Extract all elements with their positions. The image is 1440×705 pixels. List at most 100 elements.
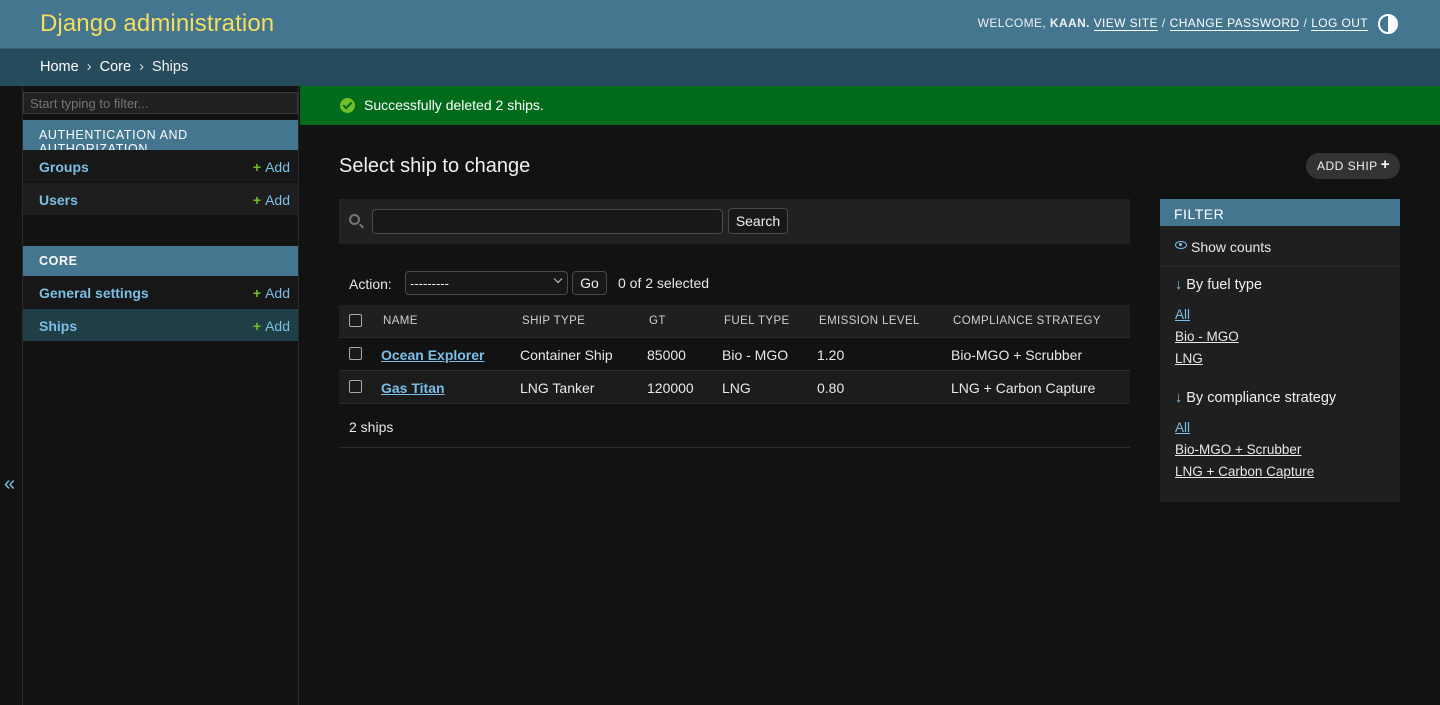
show-counts-toggle[interactable]: Show counts [1160,226,1400,267]
show-counts-label[interactable]: Show counts [1191,239,1271,255]
table-row: Ocean Explorer Container Ship 85000 Bio … [339,338,1130,371]
cell-ship-type: Container Ship [520,347,613,363]
breadcrumb-home[interactable]: Home [40,59,79,75]
sidebar-item-label[interactable]: General settings [39,285,149,301]
cell-gt: 85000 [647,347,686,363]
filter-option[interactable]: All [1175,420,1190,435]
breadcrumb-current: Ships [151,59,189,75]
table-row: Gas Titan LNG Tanker 120000 LNG 0.80 LNG… [339,371,1130,404]
ship-name-link[interactable]: Ocean Explorer [381,347,485,363]
row-checkbox[interactable] [349,380,362,393]
app-header-core[interactable]: CORE [23,246,298,276]
search-button[interactable]: Search [728,208,788,234]
add-groups-link[interactable]: + Add [253,159,290,175]
sidebar-item-ships[interactable]: Ships + Add [23,309,298,342]
sidebar-item-users[interactable]: Users + Add [23,183,298,216]
column-header-emission-level[interactable]: EMISSION LEVEL [819,315,920,327]
action-label: Action: [349,276,392,292]
sidebar-item-label[interactable]: Ships [39,318,77,334]
page-title: Select ship to change [339,155,531,177]
column-header-name[interactable]: NAME [383,315,418,327]
filter-option[interactable]: All [1175,307,1190,322]
actions-bar: Action: --------- Go 0 of 2 selected [339,266,1130,300]
action-select[interactable]: --------- [405,271,568,295]
select-all-checkbox[interactable] [349,314,362,327]
arrow-down-icon: ↓ [1175,277,1183,293]
cell-ship-type: LNG Tanker [520,380,595,396]
breadcrumb-separator: › [86,59,92,75]
separator: / [1303,16,1308,30]
filter-option[interactable]: LNG [1175,351,1203,366]
add-general-settings-link[interactable]: + Add [253,285,290,301]
success-message: Successfully deleted 2 ships. [300,86,1440,125]
cell-fuel-type: Bio - MGO [722,347,789,363]
filter-group-title-compliance-strategy[interactable]: ↓ By compliance strategy [1175,390,1336,406]
cell-emission-level: 0.80 [817,380,845,396]
action-select-value: --------- [410,276,449,291]
row-checkbox[interactable] [349,347,362,360]
paginator: 2 ships [339,405,1130,448]
add-label: Add [265,285,290,301]
add-ships-link[interactable]: + Add [253,318,290,334]
search-input[interactable] [372,209,723,234]
log-out-link[interactable]: LOG OUT [1311,16,1368,31]
breadcrumb-separator: › [139,59,144,75]
separator: / [1161,16,1166,30]
theme-toggle-icon[interactable] [1378,14,1398,34]
nav-sidebar: AUTHENTICATION AND AUTHORIZATION Groups … [23,86,299,705]
add-users-link[interactable]: + Add [253,192,290,208]
change-password-link[interactable]: CHANGE PASSWORD [1169,16,1300,31]
sidebar-toggle-strip[interactable]: « [0,86,23,705]
cell-emission-level: 1.20 [817,347,845,363]
collapse-sidebar-icon[interactable]: « [4,473,15,496]
sidebar-item-groups[interactable]: Groups + Add [23,150,298,183]
cell-compliance-strategy: Bio-MGO + Scrubber [951,347,1083,363]
column-header-fuel-type[interactable]: FUEL TYPE [724,315,790,327]
chevron-down-icon [553,274,563,284]
column-header-ship-type[interactable]: SHIP TYPE [522,315,585,327]
breadcrumb-app[interactable]: Core [100,59,131,75]
result-count: 2 ships [349,419,394,435]
ship-name-link[interactable]: Gas Titan [381,380,445,396]
column-header-gt[interactable]: GT [649,315,666,327]
add-ship-button[interactable]: ADD SHIP + [1306,153,1400,179]
filter-option[interactable]: Bio - MGO [1175,329,1239,344]
nav-filter-input[interactable] [23,92,298,114]
welcome-text: WELCOME, [977,16,1047,30]
filter-group-label: By fuel type [1186,277,1263,293]
check-circle-icon [340,98,355,113]
eye-icon [1175,241,1187,249]
username: KAAN. [1049,16,1090,30]
app-header-auth[interactable]: AUTHENTICATION AND AUTHORIZATION [23,120,298,156]
add-plus-icon: + [252,192,262,208]
cell-gt: 120000 [647,380,694,396]
plus-icon: + [1380,156,1390,173]
user-tools: WELCOME, KAAN. VIEW SITE / CHANGE PASSWORD… [977,16,1368,31]
sidebar-item-label[interactable]: Users [39,192,78,208]
arrow-down-icon: ↓ [1175,390,1183,406]
site-branding[interactable]: Django administration [40,10,274,38]
message-text: Successfully deleted 2 ships. [364,97,544,113]
view-site-link[interactable]: VIEW SITE [1093,16,1158,31]
add-label: Add [265,192,290,208]
filter-option[interactable]: Bio-MGO + Scrubber [1175,442,1301,457]
go-button[interactable]: Go [572,271,607,295]
filter-panel: FILTER Show counts ↓ By fuel type All Bio… [1160,199,1400,502]
column-header-compliance-strategy[interactable]: COMPLIANCE STRATEGY [953,315,1101,327]
add-label: Add [265,318,290,334]
add-plus-icon: + [252,318,262,334]
site-header: Django administration WELCOME, KAAN. VIE… [0,0,1440,49]
search-icon [349,214,360,225]
add-label: Add [265,159,290,175]
filter-group-title-fuel-type[interactable]: ↓ By fuel type [1175,277,1262,293]
add-ship-label: ADD SHIP [1317,159,1378,173]
sidebar-item-label[interactable]: Groups [39,159,89,175]
search-toolbar: Search [339,199,1130,244]
filter-option[interactable]: LNG + Carbon Capture [1175,464,1314,479]
filter-title: FILTER [1160,199,1400,226]
cell-compliance-strategy: LNG + Carbon Capture [951,380,1096,396]
selection-counter: 0 of 2 selected [618,275,710,291]
add-plus-icon: + [252,159,262,175]
table-header: NAME SHIP TYPE GT FUEL TYPE EMISSION LEV… [339,305,1130,338]
sidebar-item-general-settings[interactable]: General settings + Add [23,276,298,309]
